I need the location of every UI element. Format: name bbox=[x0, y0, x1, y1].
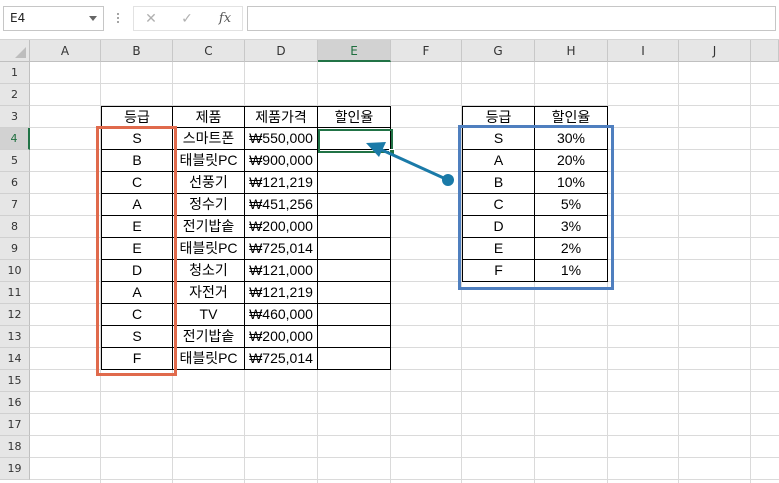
arrow-tail-dot bbox=[442, 174, 454, 186]
arrow-line bbox=[381, 148, 449, 182]
annotation-arrow bbox=[366, 142, 454, 186]
